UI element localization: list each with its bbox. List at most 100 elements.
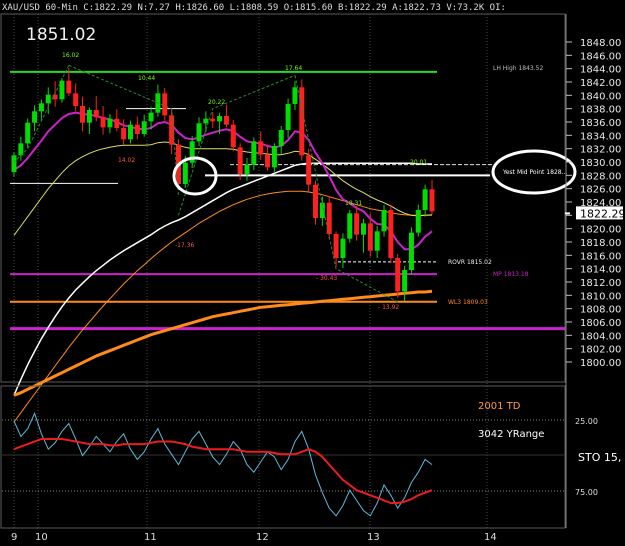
x-tick-label: 11 (144, 532, 157, 543)
candle-body (244, 164, 250, 174)
candle-body (271, 146, 277, 168)
x-tick-label: 9 (11, 532, 17, 543)
y-tick-label: 1800.00 (580, 358, 621, 369)
swing-annotation: 16.02 (62, 52, 79, 59)
y-tick-label: 1806.00 (580, 318, 621, 329)
candle-body (402, 270, 408, 292)
candle-body (114, 118, 120, 128)
oscillator-annotation: 2001 TD (478, 401, 521, 412)
swing-annotation: 10.44 (138, 75, 155, 82)
y-tick-label: 1818.00 (580, 238, 621, 249)
candle-body (381, 210, 387, 232)
candle-body (278, 130, 284, 146)
y-tick-label: 1848.00 (580, 38, 621, 49)
y-tick-label: 1836.00 (580, 118, 621, 129)
candle-body (292, 87, 298, 104)
candle-body (148, 112, 154, 122)
swing-annotation: 20.22 (208, 99, 225, 106)
candle-body (127, 124, 133, 140)
y-tick-label: 1802.00 (580, 345, 621, 356)
y-tick-label: 1830.00 (580, 158, 621, 169)
price-chart[interactable]: XAU/USD 60-Min C:1822.29 N:7.27 H:1826.6… (0, 0, 625, 546)
big-price: 1851.02 (26, 25, 96, 45)
y-tick-label: 1840.00 (580, 91, 621, 102)
candle-body (230, 124, 236, 148)
candle-body (196, 123, 202, 142)
candle-body (237, 147, 243, 174)
y-tick-label: 1816.00 (580, 251, 621, 262)
candle-body (203, 118, 209, 124)
level-label: LH High 1843.52 (493, 65, 543, 72)
y-tick-label: 1814.00 (580, 265, 621, 276)
current-price-label: 1822.29 (580, 207, 625, 220)
candle-body (141, 121, 147, 134)
swing-annotation: 17.64 (285, 65, 302, 72)
candle-body (38, 103, 44, 112)
candle-body (360, 223, 366, 235)
candle-body (223, 116, 229, 125)
swing-annotation: 18.31 (345, 200, 362, 207)
candle-body (422, 189, 428, 210)
candle-body (306, 155, 312, 185)
candle-body (354, 213, 360, 235)
level-label: ROVR 1815.02 (448, 259, 492, 266)
swing-annotation: 14.02 (118, 157, 135, 164)
candle-body (11, 155, 17, 172)
y-tick-label: 1844.00 (580, 65, 621, 76)
swing-annotation: -17.36 (175, 242, 195, 249)
candle-body (107, 118, 113, 128)
candle-body (367, 223, 373, 251)
candle-body (408, 232, 414, 270)
x-tick-label: 13 (367, 532, 380, 543)
candle-body (100, 117, 106, 128)
candle-body (374, 231, 380, 251)
oscillator-tick-label: 75.00 (575, 488, 598, 497)
candle-body (18, 143, 24, 156)
y-tick-label: 1832.00 (580, 145, 621, 156)
candle-body (80, 106, 86, 123)
candle-body (217, 116, 223, 122)
oscillator-annotation: 3042 YRange (478, 429, 544, 440)
y-tick-label: 1826.00 (580, 185, 621, 196)
candle-body (66, 80, 72, 94)
candle-body (86, 110, 92, 123)
y-tick-label: 1842.00 (580, 78, 621, 89)
y-tick-label: 1820.00 (580, 225, 621, 236)
level-label: Yest Mid Point 1828... (502, 169, 567, 176)
candle-body (32, 111, 38, 123)
candle-body (182, 162, 188, 184)
y-tick-label: 1846.00 (580, 51, 621, 62)
y-tick-label: 1834.00 (580, 131, 621, 142)
x-tick-label: 14 (484, 532, 497, 543)
candle-body (285, 104, 291, 130)
swing-annotation: 20.01 (410, 159, 427, 166)
level-label: WL3 1809.03 (448, 299, 488, 306)
candle-body (395, 258, 401, 292)
candle-body (73, 93, 79, 106)
candle-body (415, 210, 421, 233)
candle-body (388, 210, 394, 258)
oscillator-title: STO 15, (578, 451, 621, 464)
candle-body (210, 118, 216, 122)
y-tick-label: 1804.00 (580, 331, 621, 342)
candle-body (121, 128, 127, 140)
candle-body (429, 189, 435, 212)
y-tick-label: 1828.00 (580, 171, 621, 182)
candle-body (265, 154, 271, 168)
y-tick-label: 1812.00 (580, 278, 621, 289)
candle-body (313, 184, 319, 218)
y-tick-label: 1808.00 (580, 305, 621, 316)
candle-body (93, 110, 99, 118)
swing-annotation: - 13.92 (378, 304, 399, 311)
x-tick-label: 10 (35, 532, 48, 543)
instrument-header: XAU/USD 60-Min C:1822.29 N:7.27 H:1826.6… (2, 3, 506, 13)
x-tick-label: 12 (256, 532, 269, 543)
candle-body (258, 141, 264, 155)
oscillator-tick-label: 25.00 (575, 417, 598, 426)
y-tick-label: 1810.00 (580, 291, 621, 302)
candle-body (251, 141, 257, 165)
candle-body (134, 124, 140, 134)
y-tick-label: 1838.00 (580, 105, 621, 116)
swing-annotation: - 30.43 (316, 275, 337, 282)
candle-body (340, 238, 346, 258)
